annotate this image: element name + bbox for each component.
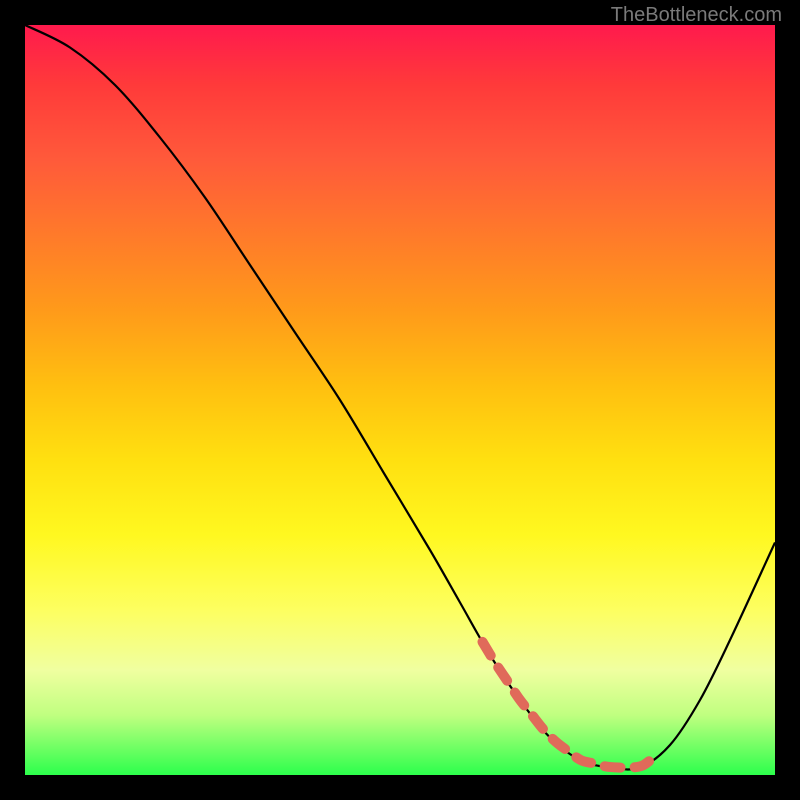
bottleneck-curve-line: [25, 25, 775, 769]
optimal-range-highlight: [483, 642, 656, 768]
bottleneck-curve-svg: [25, 25, 775, 775]
watermark-text: TheBottleneck.com: [611, 4, 782, 27]
chart-plot-area: [25, 25, 775, 775]
